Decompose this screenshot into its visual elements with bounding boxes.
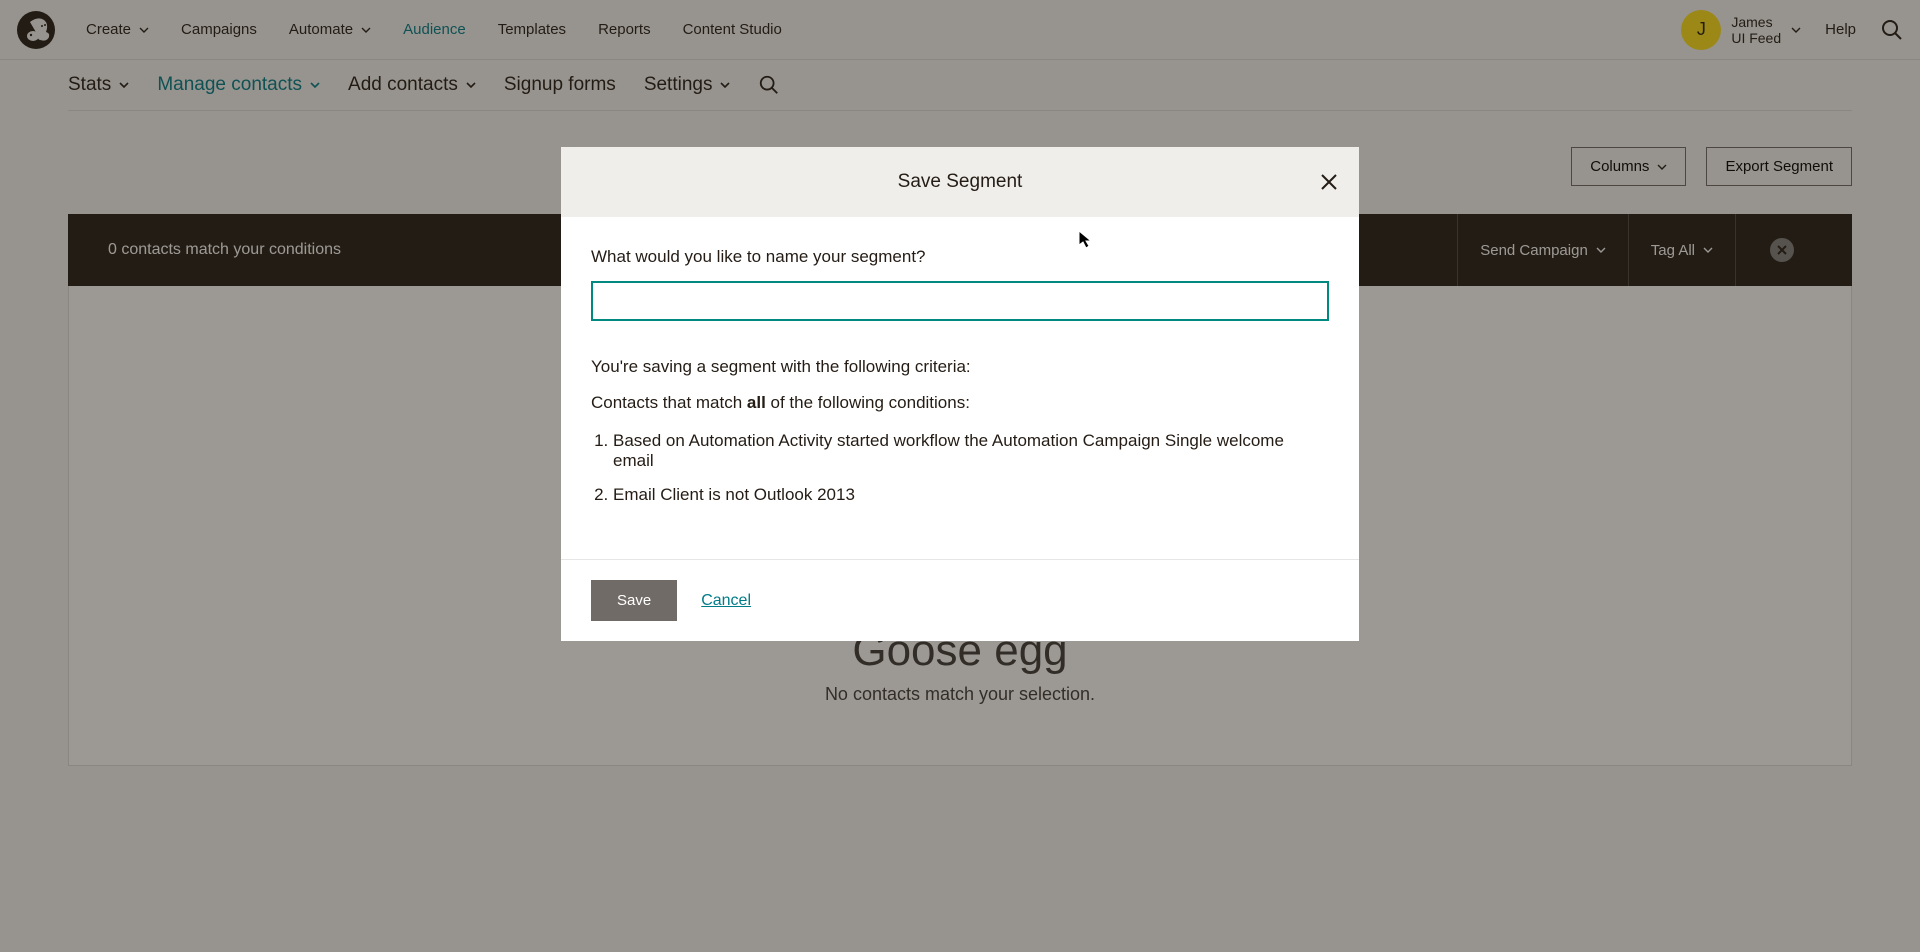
save-segment-modal: Save Segment What would you like to name… <box>561 147 1359 641</box>
cancel-link[interactable]: Cancel <box>701 592 751 610</box>
modal-body: What would you like to name your segment… <box>561 217 1359 559</box>
modal-title: Save Segment <box>898 171 1023 193</box>
match-bold: all <box>747 393 766 412</box>
criteria-desc: You're saving a segment with the followi… <box>591 357 1329 377</box>
criteria-item: Email Client is not Outlook 2013 <box>613 485 1329 505</box>
save-button[interactable]: Save <box>591 580 677 621</box>
segment-name-input[interactable] <box>591 281 1329 321</box>
match-conditions-text: Contacts that match all of the following… <box>591 393 1329 413</box>
match-prefix: Contacts that match <box>591 393 747 412</box>
close-icon <box>1319 172 1339 192</box>
modal-close-button[interactable] <box>1319 172 1339 192</box>
criteria-item: Based on Automation Activity started wor… <box>613 431 1329 471</box>
modal-footer: Save Cancel <box>561 559 1359 641</box>
match-suffix: of the following conditions: <box>766 393 970 412</box>
criteria-list: Based on Automation Activity started wor… <box>591 431 1329 505</box>
segment-name-label: What would you like to name your segment… <box>591 247 1329 267</box>
modal-overlay: Save Segment What would you like to name… <box>0 0 1920 952</box>
modal-header: Save Segment <box>561 147 1359 217</box>
